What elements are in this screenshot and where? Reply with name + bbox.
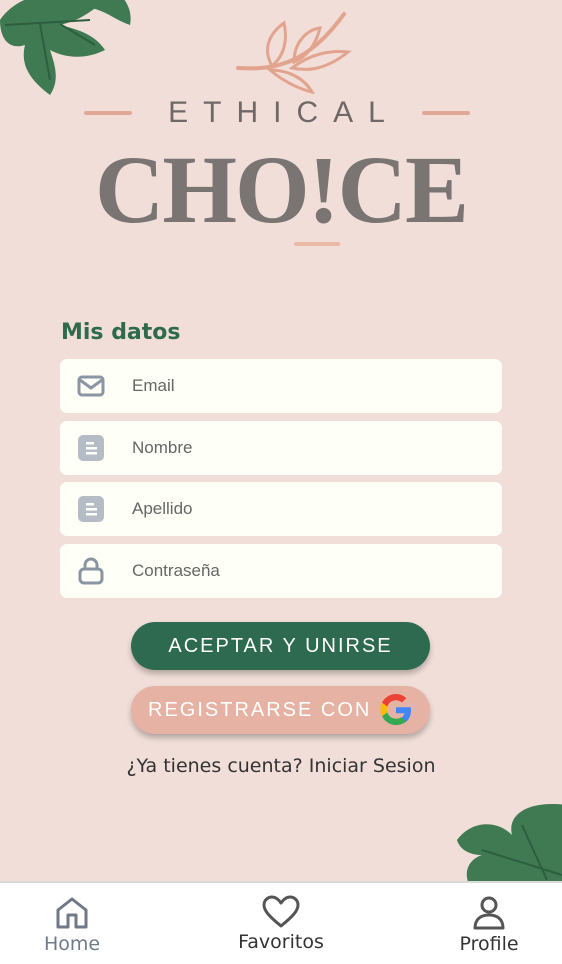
heart-icon xyxy=(262,895,300,928)
brand-main-word: CHO!CE xyxy=(95,136,469,243)
brand-top-word: ETHICAL xyxy=(168,96,400,129)
divider xyxy=(421,111,470,115)
monstera-leaf-decoration xyxy=(457,804,562,890)
accept-join-button[interactable]: ACEPTAR Y UNIRSE xyxy=(131,622,430,670)
login-link[interactable]: Iniciar Sesion xyxy=(309,755,436,777)
mail-icon xyxy=(77,372,105,400)
document-icon xyxy=(77,434,105,462)
brand-logo: ETHICAL CHO!CE xyxy=(0,0,562,260)
lastname-field[interactable] xyxy=(60,482,502,536)
lastname-input[interactable] xyxy=(132,499,472,519)
document-icon xyxy=(77,495,105,523)
password-field[interactable] xyxy=(60,544,502,598)
home-icon xyxy=(56,897,88,929)
password-input[interactable] xyxy=(132,561,472,581)
divider xyxy=(294,242,340,246)
section-title: Mis datos xyxy=(61,320,181,345)
google-signup-label: REGISTRARSE CON xyxy=(148,698,372,721)
branch-icon xyxy=(236,12,352,95)
name-field[interactable] xyxy=(60,421,502,475)
login-prompt: ¿Ya tienes cuenta? xyxy=(126,755,303,777)
nav-item-favoritos[interactable]: Favoritos xyxy=(226,895,336,953)
login-row: ¿Ya tienes cuenta? Iniciar Sesion xyxy=(0,755,562,777)
google-signup-button[interactable]: REGISTRARSE CON xyxy=(131,686,430,734)
nav-item-profile[interactable]: Profile xyxy=(434,895,544,955)
bottom-nav: Home Favoritos Profile xyxy=(0,881,562,964)
nav-label: Profile xyxy=(459,933,519,955)
lock-icon xyxy=(77,557,105,585)
email-input[interactable] xyxy=(132,376,472,396)
user-icon xyxy=(473,896,505,930)
nav-label: Home xyxy=(43,933,101,955)
email-field[interactable] xyxy=(60,359,502,413)
divider xyxy=(84,111,132,115)
google-icon xyxy=(380,694,411,725)
nav-item-home[interactable]: Home xyxy=(17,895,127,955)
name-input[interactable] xyxy=(132,438,472,458)
nav-label: Favoritos xyxy=(238,931,324,953)
ethical-row: ETHICAL xyxy=(84,96,470,130)
